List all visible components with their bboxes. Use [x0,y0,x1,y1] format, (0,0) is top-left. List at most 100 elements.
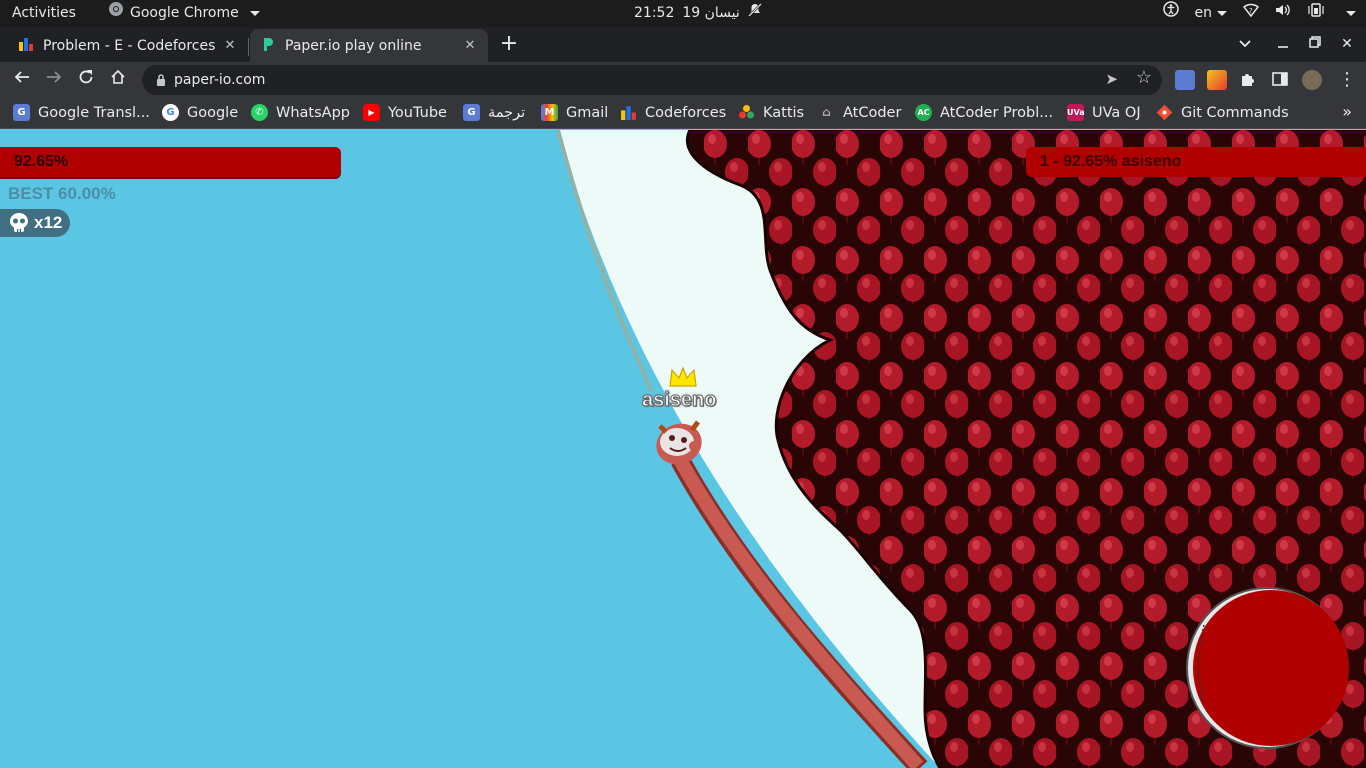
google-icon: G [162,104,179,121]
clock[interactable]: 21:52 19 نيسان [634,0,762,27]
bookmark-label: YouTube [388,104,447,121]
browser-toolbar: paper-io.com ➤ ☆ ⋮ [0,62,1366,97]
bookmark-label: Kattis [763,104,805,121]
leaderboard-entry: 1 - 92.65% asiseno [1040,153,1182,170]
codeforces-icon [18,36,34,56]
tab-title: Problem - E - Codeforces [43,37,216,54]
atcoder-problems-icon: AC [915,104,932,121]
game-canvas[interactable]: 92.65% BEST 60.00% x12 1 - 92.65% asisen… [0,130,1366,768]
chrome-icon [108,0,124,27]
accessibility-icon[interactable] [1162,0,1179,27]
bookmark-codeforces[interactable]: Codeforces [620,97,726,128]
kill-count: x12 [34,213,63,232]
battery-icon [1307,0,1325,27]
google-translate-extension-icon[interactable] [1175,70,1195,90]
bookmark-label: ترجمة [488,104,526,121]
kill-counter: x12 [0,209,70,237]
close-icon[interactable]: ✕ [462,38,478,54]
wifi-icon: ? [1242,0,1260,27]
bookmark-label: Git Commands [1181,104,1289,121]
youtube-icon: ▶ [363,104,380,121]
bookmark-label: Google Transl... [38,104,150,121]
lock-icon[interactable] [156,72,166,91]
paperio-icon [260,36,276,56]
volume-icon [1275,0,1291,27]
google-translate-icon: G [463,104,480,121]
tab-search-icon[interactable] [1234,33,1256,55]
system-top-bar: Activities Google Chrome 21:52 19 نيسان … [0,0,1366,27]
clock-date: 19 نيسان [682,5,740,21]
reload-icon[interactable] [73,67,99,93]
bookmark-kattis[interactable]: Kattis [738,97,804,128]
bookmark-atcoder[interactable]: ⌂ AtCoder [818,97,901,128]
leaderboard: 1 - 92.65% asiseno [1026,147,1366,177]
bookmarks-bar: G Google Transl... G Google ✆ WhatsApp ▶… [0,97,1366,129]
bookmark-label: Google [187,104,239,121]
send-to-devices-icon[interactable]: ➤ [1105,70,1118,88]
bookmark-gmail[interactable]: M Gmail [541,97,608,128]
new-tab-button[interactable]: + [498,33,520,55]
app-menu[interactable]: Google Chrome [108,0,260,27]
tab-divider [248,38,249,56]
uva-icon: UVa [1067,104,1085,121]
language-label: en [1194,5,1213,21]
bookmark-uva[interactable]: UVa UVa OJ [1067,97,1141,128]
minimize-icon[interactable] [1272,33,1294,55]
forward-icon[interactable] [41,67,67,93]
side-panel-icon[interactable] [1271,70,1291,90]
bookmark-label: AtCoder [843,104,902,121]
player-avatar [652,418,706,472]
address-bar[interactable]: paper-io.com ➤ ☆ [142,65,1162,95]
system-tray[interactable]: en ? [1162,0,1356,27]
bookmark-label: Codeforces [645,104,727,121]
bookmark-whatsapp[interactable]: ✆ WhatsApp [251,97,350,128]
power-menu-chevron-icon[interactable] [1346,11,1356,16]
bookmark-label: WhatsApp [276,104,350,121]
clock-time: 21:52 [634,5,675,21]
tab-title: Paper.io play online [285,37,422,54]
home-icon[interactable] [105,67,131,93]
kattis-icon [738,104,755,121]
bookmark-label: Gmail [566,104,609,121]
notifications-muted-icon [747,0,762,27]
bookmark-label: AtCoder Probl... [940,104,1054,121]
kebab-menu-icon[interactable]: ⋮ [1337,70,1357,90]
google-translate-icon: G [13,104,30,121]
back-icon[interactable] [9,67,35,93]
bookmark-star-icon[interactable]: ☆ [1136,67,1152,88]
extensions-puzzle-icon[interactable] [1239,70,1259,90]
url-text[interactable]: paper-io.com [174,65,265,95]
git-icon [1156,104,1173,121]
tab-strip: Problem - E - Codeforces ✕ Paper.io play… [0,27,1366,62]
close-icon[interactable]: ✕ [222,38,238,54]
whatsapp-icon: ✆ [251,104,268,121]
chevron-down-icon [249,11,260,16]
player-name: asiseno [641,389,717,412]
tab-paperio[interactable]: Paper.io play online ✕ [250,29,488,62]
bookmark-git-commands[interactable]: Git Commands [1156,97,1289,128]
territory-percent: 92.65% [14,153,69,170]
bookmark-google[interactable]: G Google [162,97,238,128]
skull-icon [8,212,30,239]
bookmark-label: UVa OJ [1092,104,1141,121]
minimap [1184,585,1350,755]
bookmark-tarjama[interactable]: G ترجمة [463,97,525,128]
atcoder-icon: ⌂ [822,105,831,119]
close-window-icon[interactable]: ✕ [1336,33,1358,55]
language-indicator[interactable]: en [1194,0,1227,27]
tab-codeforces[interactable]: Problem - E - Codeforces ✕ [8,29,248,62]
territory-progress-bar: 92.65% [0,147,341,177]
bookmark-youtube[interactable]: ▶ YouTube [363,97,447,128]
bookmark-atcoder-problems[interactable]: AC AtCoder Probl... [915,97,1053,128]
restore-icon[interactable] [1304,33,1326,55]
bookmark-google-translate[interactable]: G Google Transl... [13,97,150,128]
codeforces-icon [620,104,637,121]
profile-avatar[interactable] [1302,70,1322,90]
chevron-down-icon [1217,10,1227,16]
gmail-icon: M [541,104,558,121]
color-picker-extension-icon[interactable] [1207,70,1227,90]
svg-text:?: ? [1249,7,1253,15]
activities-button[interactable]: Activities [12,0,76,27]
bookmarks-overflow-icon[interactable]: » [1342,102,1352,121]
app-menu-label: Google Chrome [130,5,239,21]
